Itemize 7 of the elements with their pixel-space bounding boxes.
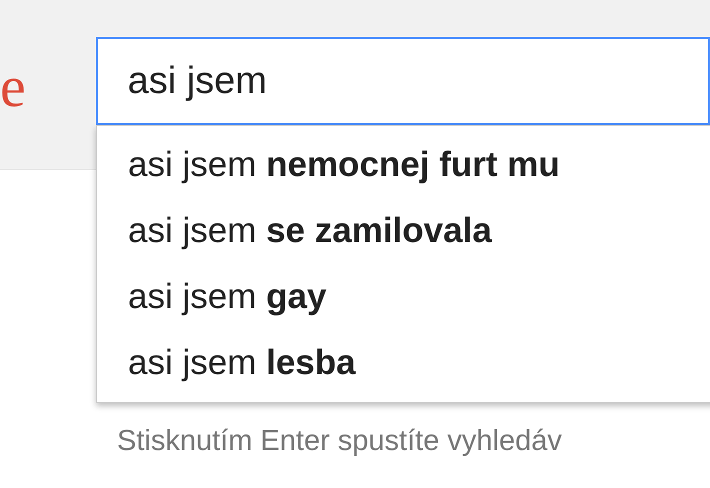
search-field[interactable]: asi jsem (96, 37, 710, 125)
hint-text: Stisknutím Enter spustíte vyhledáv (117, 425, 562, 457)
logo: e (0, 58, 27, 116)
suggestion-item[interactable]: asi jsem nemocnej furt mu (97, 132, 710, 198)
suggestion-item[interactable]: asi jsem se zamilovala (97, 198, 710, 264)
suggestion-item[interactable]: asi jsem gay (97, 264, 710, 330)
suggestion-item[interactable]: asi jsem lesba (97, 330, 710, 396)
